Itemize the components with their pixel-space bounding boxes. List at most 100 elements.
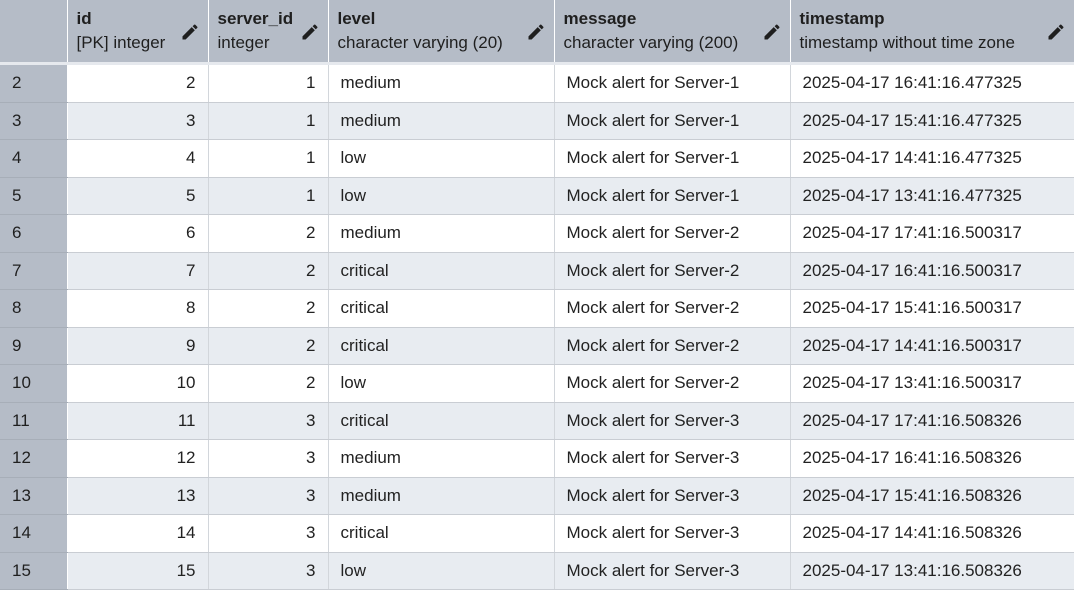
cell-server-id[interactable]: 1 <box>208 62 329 103</box>
table-row[interactable]: 11 11 3 critical Mock alert for Server-3… <box>0 402 1074 440</box>
cell-level[interactable]: low <box>328 364 555 403</box>
cell-id[interactable]: 13 <box>67 477 209 515</box>
cell-id[interactable]: 7 <box>67 252 209 290</box>
cell-server-id[interactable]: 2 <box>208 327 329 365</box>
cell-server-id[interactable]: 2 <box>208 214 329 253</box>
cell-level[interactable]: low <box>328 139 555 178</box>
pencil-icon[interactable] <box>526 22 546 42</box>
cell-server-id[interactable]: 2 <box>208 289 329 328</box>
cell-timestamp[interactable]: 2025-04-17 15:41:16.477325 <box>790 102 1074 140</box>
cell-timestamp[interactable]: 2025-04-17 16:41:16.508326 <box>790 439 1074 478</box>
table-row[interactable]: 2 2 1 medium Mock alert for Server-1 202… <box>0 62 1074 103</box>
cell-id[interactable]: 5 <box>67 177 209 215</box>
cell-id[interactable]: 14 <box>67 514 209 553</box>
cell-server-id[interactable]: 2 <box>208 364 329 403</box>
cell-id[interactable]: 3 <box>67 102 209 140</box>
row-number[interactable]: 8 <box>0 289 68 328</box>
cell-level[interactable]: medium <box>328 62 555 103</box>
cell-timestamp[interactable]: 2025-04-17 16:41:16.477325 <box>790 62 1074 103</box>
cell-id[interactable]: 4 <box>67 139 209 178</box>
table-row[interactable]: 12 12 3 medium Mock alert for Server-3 2… <box>0 439 1074 478</box>
cell-id[interactable]: 15 <box>67 552 209 590</box>
cell-timestamp[interactable]: 2025-04-17 16:41:16.500317 <box>790 252 1074 290</box>
cell-server-id[interactable]: 1 <box>208 139 329 178</box>
row-number[interactable]: 13 <box>0 477 68 515</box>
cell-server-id[interactable]: 1 <box>208 102 329 140</box>
cell-timestamp[interactable]: 2025-04-17 15:41:16.508326 <box>790 477 1074 515</box>
cell-timestamp[interactable]: 2025-04-17 14:41:16.477325 <box>790 139 1074 178</box>
cell-level[interactable]: critical <box>328 289 555 328</box>
cell-timestamp[interactable]: 2025-04-17 14:41:16.500317 <box>790 327 1074 365</box>
column-header-timestamp[interactable]: timestamp timestamp without time zone <box>790 0 1074 64</box>
cell-message[interactable]: Mock alert for Server-1 <box>554 102 791 140</box>
cell-server-id[interactable]: 3 <box>208 402 329 440</box>
column-header-id[interactable]: id [PK] integer <box>67 0 209 64</box>
cell-message[interactable]: Mock alert for Server-3 <box>554 402 791 440</box>
table-row[interactable]: 4 4 1 low Mock alert for Server-1 2025-0… <box>0 139 1074 178</box>
cell-message[interactable]: Mock alert for Server-1 <box>554 177 791 215</box>
row-number[interactable]: 6 <box>0 214 68 253</box>
cell-message[interactable]: Mock alert for Server-1 <box>554 62 791 103</box>
row-number[interactable]: 3 <box>0 102 68 140</box>
cell-id[interactable]: 12 <box>67 439 209 478</box>
table-row[interactable]: 14 14 3 critical Mock alert for Server-3… <box>0 514 1074 553</box>
cell-level[interactable]: critical <box>328 514 555 553</box>
table-row[interactable]: 15 15 3 low Mock alert for Server-3 2025… <box>0 552 1074 590</box>
cell-timestamp[interactable]: 2025-04-17 13:41:16.477325 <box>790 177 1074 215</box>
pencil-icon[interactable] <box>1046 22 1066 42</box>
row-number[interactable]: 7 <box>0 252 68 290</box>
cell-level[interactable]: low <box>328 552 555 590</box>
cell-message[interactable]: Mock alert for Server-1 <box>554 139 791 178</box>
cell-timestamp[interactable]: 2025-04-17 14:41:16.508326 <box>790 514 1074 553</box>
cell-message[interactable]: Mock alert for Server-2 <box>554 327 791 365</box>
cell-level[interactable]: medium <box>328 102 555 140</box>
row-number[interactable]: 2 <box>0 62 68 103</box>
cell-id[interactable]: 11 <box>67 402 209 440</box>
column-header-level[interactable]: level character varying (20) <box>328 0 555 64</box>
cell-id[interactable]: 6 <box>67 214 209 253</box>
pencil-icon[interactable] <box>762 22 782 42</box>
cell-id[interactable]: 10 <box>67 364 209 403</box>
row-number[interactable]: 11 <box>0 402 68 440</box>
row-number[interactable]: 14 <box>0 514 68 553</box>
cell-message[interactable]: Mock alert for Server-3 <box>554 514 791 553</box>
column-header-message[interactable]: message character varying (200) <box>554 0 791 64</box>
cell-id[interactable]: 8 <box>67 289 209 328</box>
cell-id[interactable]: 2 <box>67 62 209 103</box>
table-row[interactable]: 7 7 2 critical Mock alert for Server-2 2… <box>0 252 1074 290</box>
cell-level[interactable]: medium <box>328 214 555 253</box>
cell-id[interactable]: 9 <box>67 327 209 365</box>
pencil-icon[interactable] <box>300 22 320 42</box>
cell-message[interactable]: Mock alert for Server-2 <box>554 364 791 403</box>
row-number[interactable]: 12 <box>0 439 68 478</box>
cell-timestamp[interactable]: 2025-04-17 13:41:16.500317 <box>790 364 1074 403</box>
cell-message[interactable]: Mock alert for Server-3 <box>554 552 791 590</box>
table-row[interactable]: 6 6 2 medium Mock alert for Server-2 202… <box>0 214 1074 253</box>
row-number[interactable]: 15 <box>0 552 68 590</box>
cell-level[interactable]: medium <box>328 439 555 478</box>
cell-timestamp[interactable]: 2025-04-17 15:41:16.500317 <box>790 289 1074 328</box>
row-number[interactable]: 9 <box>0 327 68 365</box>
table-row[interactable]: 10 10 2 low Mock alert for Server-2 2025… <box>0 364 1074 403</box>
cell-timestamp[interactable]: 2025-04-17 13:41:16.508326 <box>790 552 1074 590</box>
cell-message[interactable]: Mock alert for Server-3 <box>554 477 791 515</box>
cell-level[interactable]: critical <box>328 327 555 365</box>
cell-message[interactable]: Mock alert for Server-3 <box>554 439 791 478</box>
cell-timestamp[interactable]: 2025-04-17 17:41:16.508326 <box>790 402 1074 440</box>
table-row[interactable]: 5 5 1 low Mock alert for Server-1 2025-0… <box>0 177 1074 215</box>
table-row[interactable]: 9 9 2 critical Mock alert for Server-2 2… <box>0 327 1074 365</box>
cell-server-id[interactable]: 3 <box>208 439 329 478</box>
row-number[interactable]: 10 <box>0 364 68 403</box>
cell-level[interactable]: critical <box>328 402 555 440</box>
cell-server-id[interactable]: 2 <box>208 252 329 290</box>
cell-server-id[interactable]: 3 <box>208 552 329 590</box>
cell-server-id[interactable]: 1 <box>208 177 329 215</box>
cell-level[interactable]: low <box>328 177 555 215</box>
table-row[interactable]: 8 8 2 critical Mock alert for Server-2 2… <box>0 289 1074 328</box>
cell-message[interactable]: Mock alert for Server-2 <box>554 289 791 328</box>
row-number[interactable]: 5 <box>0 177 68 215</box>
cell-server-id[interactable]: 3 <box>208 514 329 553</box>
pencil-icon[interactable] <box>180 22 200 42</box>
cell-server-id[interactable]: 3 <box>208 477 329 515</box>
table-row[interactable]: 3 3 1 medium Mock alert for Server-1 202… <box>0 102 1074 140</box>
